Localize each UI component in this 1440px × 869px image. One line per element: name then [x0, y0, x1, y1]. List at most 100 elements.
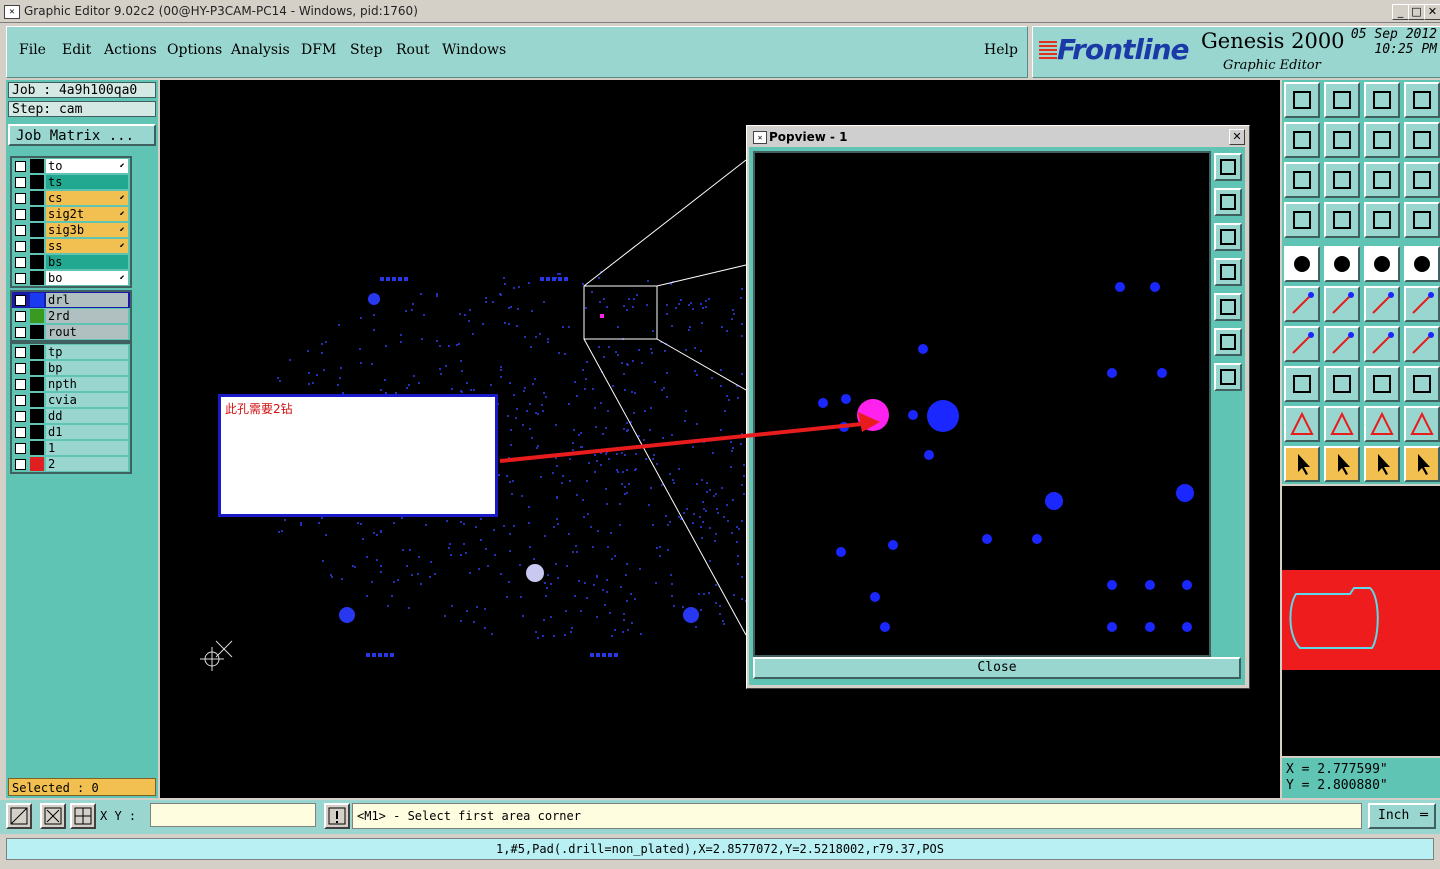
- menu-options[interactable]: Options: [167, 42, 222, 58]
- layer-row[interactable]: 1: [12, 440, 130, 456]
- redo-icon[interactable]: [1404, 122, 1440, 158]
- layer-checkbox[interactable]: [15, 177, 26, 188]
- layer-row[interactable]: 2: [12, 456, 130, 472]
- popview-tool-button[interactable]: [1214, 223, 1242, 251]
- undo-icon[interactable]: [1364, 122, 1400, 158]
- layer-name[interactable]: 2: [46, 457, 128, 471]
- layer-checkbox[interactable]: [15, 347, 26, 358]
- layer-row[interactable]: cvia: [12, 392, 130, 408]
- grid-icon[interactable]: [70, 803, 96, 829]
- xy-input[interactable]: [150, 803, 316, 827]
- layer-checkbox[interactable]: [15, 273, 26, 284]
- menu-rout[interactable]: Rout: [396, 42, 430, 58]
- minimap[interactable]: [1282, 486, 1440, 756]
- popview-tool-button[interactable]: [1214, 328, 1242, 356]
- layer-name[interactable]: drl: [46, 293, 128, 307]
- layer-color-swatch[interactable]: [30, 293, 44, 307]
- layer-row[interactable]: 2rd: [12, 308, 130, 324]
- layer-row[interactable]: to ⬋: [12, 158, 130, 174]
- menu-analysis[interactable]: Analysis: [231, 42, 290, 58]
- popview-tool-button[interactable]: [1214, 293, 1242, 321]
- select-icon[interactable]: [1284, 446, 1320, 482]
- layer-row[interactable]: tp: [12, 344, 130, 360]
- help-icon[interactable]: [1404, 162, 1440, 198]
- line-icon[interactable]: [1364, 286, 1400, 322]
- job-matrix-button[interactable]: Job Matrix ...: [8, 124, 156, 146]
- popview-tool-button[interactable]: [1214, 363, 1242, 391]
- layer-color-swatch[interactable]: [30, 191, 44, 205]
- connect-icon[interactable]: [1284, 286, 1320, 322]
- layer-name[interactable]: ss ⬋: [46, 239, 128, 253]
- layer-row[interactable]: drl: [12, 292, 130, 308]
- layer-color-swatch[interactable]: [30, 441, 44, 455]
- export-icon[interactable]: [1284, 82, 1320, 118]
- snap-red-icon[interactable]: [1404, 202, 1440, 238]
- layer-color-swatch[interactable]: [30, 393, 44, 407]
- popview-tool-button[interactable]: [1214, 153, 1242, 181]
- layer-row[interactable]: sig2t ⬋: [12, 206, 130, 222]
- layer-row[interactable]: dd: [12, 408, 130, 424]
- layer-name[interactable]: bs: [46, 255, 128, 269]
- snap-red-icon[interactable]: [1364, 202, 1400, 238]
- layer-checkbox[interactable]: [15, 427, 26, 438]
- popview-close-icon[interactable]: ✕: [1229, 129, 1245, 145]
- cross-icon[interactable]: [1324, 286, 1360, 322]
- popview-close-button[interactable]: Close: [753, 657, 1241, 679]
- select-icon[interactable]: [1364, 446, 1400, 482]
- layer-checkbox[interactable]: [15, 295, 26, 306]
- layer-row[interactable]: bp: [12, 360, 130, 376]
- layer-checkbox[interactable]: [15, 363, 26, 374]
- layer-color-swatch[interactable]: [30, 425, 44, 439]
- layer-color-swatch[interactable]: [30, 377, 44, 391]
- layer-name[interactable]: cvia: [46, 393, 128, 407]
- popview-canvas[interactable]: [753, 151, 1211, 657]
- maximize-button[interactable]: □: [1408, 4, 1425, 20]
- layer-row[interactable]: bs: [12, 254, 130, 270]
- layer-color-swatch[interactable]: [30, 255, 44, 269]
- layer-name[interactable]: sig3b ⬋: [46, 223, 128, 237]
- layer-color-swatch[interactable]: [30, 409, 44, 423]
- grid-icon[interactable]: [1324, 202, 1360, 238]
- layer-color-swatch[interactable]: [30, 325, 44, 339]
- layer-checkbox[interactable]: [15, 379, 26, 390]
- unit-selector[interactable]: Inch ═: [1368, 803, 1436, 829]
- layer-name[interactable]: npth: [46, 377, 128, 391]
- layer-checkbox[interactable]: [15, 411, 26, 422]
- layer-color-swatch[interactable]: [30, 239, 44, 253]
- layer-name[interactable]: d1: [46, 425, 128, 439]
- ruler-icon[interactable]: [1364, 246, 1400, 282]
- layer-name[interactable]: 2rd: [46, 309, 128, 323]
- group-icon[interactable]: [1404, 366, 1440, 402]
- layer-name[interactable]: bp: [46, 361, 128, 375]
- home-icon[interactable]: [1364, 82, 1400, 118]
- layer-checkbox[interactable]: [15, 327, 26, 338]
- layer-checkbox[interactable]: [15, 161, 26, 172]
- move-right-icon[interactable]: [1324, 122, 1360, 158]
- layer-name[interactable]: 1: [46, 441, 128, 455]
- layer-name[interactable]: bo ⬋: [46, 271, 128, 285]
- circle-icon[interactable]: [1404, 246, 1440, 282]
- triangle-icon[interactable]: [1364, 406, 1400, 442]
- bar-icon[interactable]: [1324, 366, 1360, 402]
- merge-icon[interactable]: [1404, 326, 1440, 362]
- select-icon[interactable]: [1404, 446, 1440, 482]
- layer-checkbox[interactable]: [15, 225, 26, 236]
- layer-name[interactable]: dd: [46, 409, 128, 423]
- layer-name[interactable]: cs ⬋: [46, 191, 128, 205]
- scale-1-2-icon[interactable]: [1364, 162, 1400, 198]
- layer-color-swatch[interactable]: [30, 309, 44, 323]
- menu-help[interactable]: Help: [984, 42, 1018, 58]
- dimension-icon[interactable]: [1364, 366, 1400, 402]
- measure-icon[interactable]: [40, 803, 66, 829]
- layer-name[interactable]: sig2t ⬋: [46, 207, 128, 221]
- line-icon[interactable]: [1404, 286, 1440, 322]
- triangle-icon[interactable]: [1284, 406, 1320, 442]
- triangle-icon[interactable]: [1404, 406, 1440, 442]
- menu-actions[interactable]: Actions: [104, 42, 157, 58]
- triangle-icon[interactable]: [1324, 406, 1360, 442]
- layer-color-swatch[interactable]: [30, 271, 44, 285]
- draw-icon[interactable]: [1284, 326, 1320, 362]
- move-left-icon[interactable]: [1284, 122, 1320, 158]
- layer-row[interactable]: ss ⬋: [12, 238, 130, 254]
- layer-color-swatch[interactable]: [30, 457, 44, 471]
